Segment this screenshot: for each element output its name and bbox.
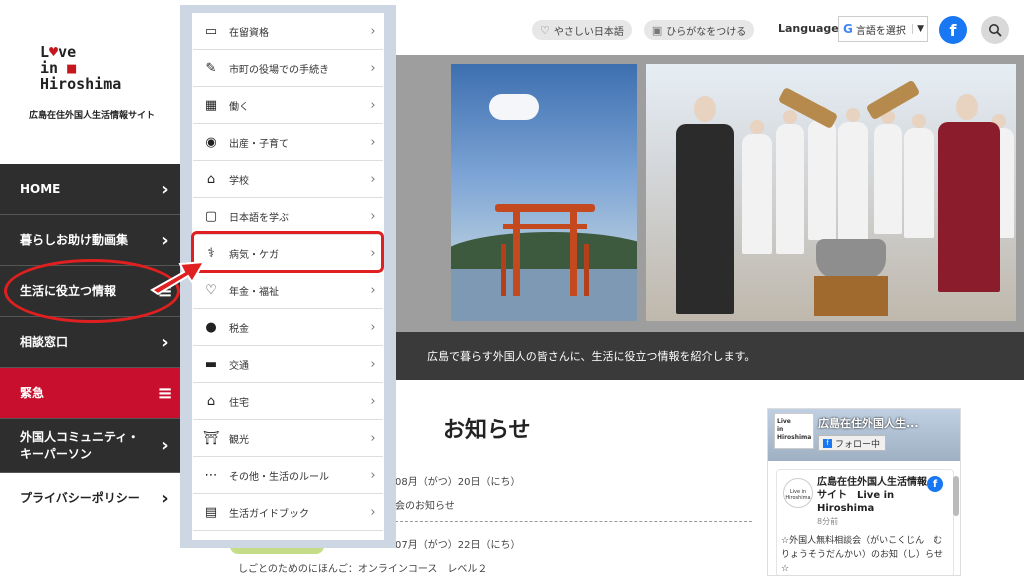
facebook-page-name[interactable]: 広島在住外国人生... bbox=[818, 415, 919, 431]
landmark-icon: ⛩ bbox=[202, 431, 220, 446]
news-link[interactable]: 会のお知らせ bbox=[395, 497, 455, 512]
menu-item-tax[interactable]: ● 税金 › bbox=[193, 310, 383, 346]
facebook-icon: f bbox=[823, 438, 832, 448]
menu-item-childbirth[interactable]: ◉ 出産・子育て › bbox=[193, 125, 383, 161]
menu-item-housing[interactable]: ⌂ 住宅 › bbox=[193, 384, 383, 420]
pacifier-icon: ◉ bbox=[205, 135, 217, 150]
more-icon: ⋯ bbox=[204, 468, 218, 483]
form-icon: ✎ bbox=[205, 61, 217, 76]
chevron-right-icon: › bbox=[161, 178, 169, 200]
site-logo[interactable]: L♥ve in ■ Hiroshima bbox=[40, 44, 140, 92]
news-title: お知らせ bbox=[443, 418, 531, 443]
main-nav: HOME › 暮らしお助け動画集 › 生活に役立つ情報 ≡ 相談窓口 › 緊急 ≡ 外国人… bbox=[0, 164, 180, 524]
menu-item-transport[interactable]: ▬ 交通 › bbox=[193, 347, 383, 383]
facebook-icon: f bbox=[927, 476, 943, 492]
search-icon bbox=[989, 24, 1002, 37]
chevron-right-icon: › bbox=[161, 488, 169, 509]
page: L♥ve in ■ Hiroshima 広島在住外国人生活情報サイト HOME ›… bbox=[0, 0, 1024, 576]
chevron-right-icon: › bbox=[370, 283, 376, 298]
menu-item-learn-japanese[interactable]: ▢ 日本語を学ぶ › bbox=[193, 199, 383, 235]
car-icon: ▬ bbox=[204, 357, 218, 372]
news-link[interactable]: しごとのためのにほんご：オンラインコース レベル２ bbox=[238, 560, 487, 575]
divider bbox=[395, 521, 752, 522]
nav-item-privacy[interactable]: プライバシーポリシー › bbox=[0, 473, 180, 524]
facebook-icon[interactable]: f bbox=[939, 16, 967, 44]
post-author[interactable]: 広島在住外国人生活情報サイト Live in Hiroshima bbox=[817, 476, 935, 515]
furigana-icon: ▣ bbox=[651, 23, 663, 37]
menu-item-city-procedures[interactable]: ✎ 市町の役場での手続き › bbox=[193, 51, 383, 87]
post-text: ☆外国人無料相談会（がいこくじん むりょうそうだんかい）のお知（し）らせ☆ bbox=[781, 536, 943, 574]
chevron-right-icon: › bbox=[370, 172, 376, 187]
chat-icon: ▢ bbox=[204, 209, 218, 224]
chevron-right-icon: › bbox=[370, 357, 376, 372]
facebook-page-logo[interactable]: Live in Hiroshima bbox=[774, 413, 814, 449]
id-card-icon: ▭ bbox=[204, 24, 218, 39]
heart-icon: ♡ bbox=[540, 23, 550, 37]
facebook-post: Live in Hiroshima 広島在住外国人生活情報サイト Live in… bbox=[776, 469, 954, 575]
torii-photo bbox=[451, 64, 637, 321]
building-icon: ▦ bbox=[204, 98, 218, 113]
nav-item-community[interactable]: 外国人コミュニティ・キーパーソン › bbox=[0, 419, 180, 473]
book-icon: ▤ bbox=[204, 505, 218, 520]
chevron-right-icon: › bbox=[370, 431, 376, 446]
language-select[interactable]: G 言語を選択 ▼ bbox=[838, 16, 928, 42]
chevron-right-icon: › bbox=[370, 320, 376, 335]
menu-item-work[interactable]: ▦ 働く › bbox=[193, 88, 383, 124]
chevron-right-icon: › bbox=[370, 394, 376, 409]
nav-item-emergency[interactable]: 緊急 ≡ bbox=[0, 368, 180, 419]
follow-button[interactable]: f フォロー中 bbox=[818, 435, 886, 451]
site-subtitle: 広島在住外国人生活情報サイト bbox=[28, 111, 155, 121]
mochi-photo bbox=[646, 64, 1016, 321]
nav-item-home[interactable]: HOME › bbox=[0, 164, 180, 215]
menu-item-other-rules[interactable]: ⋯ その他・生活のルール › bbox=[193, 458, 383, 494]
nav-item-consultation[interactable]: 相談窓口 › bbox=[0, 317, 180, 368]
annotation-arrow-icon bbox=[150, 260, 206, 296]
avatar[interactable]: Live in Hiroshima bbox=[783, 478, 813, 508]
school-icon: ⌂ bbox=[206, 172, 216, 187]
menu-icon: ≡ bbox=[157, 382, 173, 404]
menu-item-guidebook[interactable]: ▤ 生活ガイドブック › bbox=[193, 495, 383, 531]
chevron-right-icon: › bbox=[370, 24, 376, 39]
furigana-button[interactable]: ▣ ひらがなをつける bbox=[643, 20, 755, 40]
facebook-widget: Live in Hiroshima 広島在住外国人生... f フォロー中 Live … bbox=[767, 408, 961, 576]
menu-item-pension-welfare[interactable]: ♡ 年金・福祉 › bbox=[193, 273, 383, 309]
post-time: 8分前 bbox=[817, 517, 839, 526]
easy-japanese-button[interactable]: ♡ やさしい日本語 bbox=[532, 20, 632, 40]
news-date: 08月（がつ）20日（にち） bbox=[395, 477, 521, 488]
chevron-right-icon: › bbox=[370, 61, 376, 76]
top-bar: ♡ やさしい日本語 ▣ ひらがなをつける bbox=[532, 16, 755, 44]
annotation-highlight-box bbox=[191, 231, 384, 273]
search-button[interactable] bbox=[981, 16, 1009, 44]
news-date: 07月（がつ）22日（にち） bbox=[395, 540, 521, 551]
coins-icon: ● bbox=[205, 320, 217, 335]
menu-item-school[interactable]: ⌂ 学校 › bbox=[193, 162, 383, 198]
scrollbar[interactable] bbox=[953, 476, 959, 516]
chevron-right-icon: › bbox=[370, 468, 376, 483]
languages-label: Languages bbox=[778, 22, 846, 35]
chevron-right-icon: › bbox=[161, 435, 169, 456]
chevron-right-icon: › bbox=[370, 135, 376, 150]
chevron-right-icon: › bbox=[370, 209, 376, 224]
google-icon: G bbox=[843, 22, 853, 36]
chevron-right-icon: › bbox=[161, 331, 169, 353]
dropdown-arrow-icon: ▼ bbox=[912, 24, 924, 34]
menu-item-residence-status[interactable]: ▭ 在留資格 › bbox=[193, 14, 383, 50]
chevron-right-icon: › bbox=[370, 505, 376, 520]
chevron-right-icon: › bbox=[370, 98, 376, 113]
hero-caption: 広島で暮らす外国人の皆さんに、生活に役立つ情報を紹介します。 bbox=[395, 332, 1024, 380]
house-icon: ⌂ bbox=[206, 394, 216, 409]
menu-item-sightseeing[interactable]: ⛩ 観光 › bbox=[193, 421, 383, 457]
